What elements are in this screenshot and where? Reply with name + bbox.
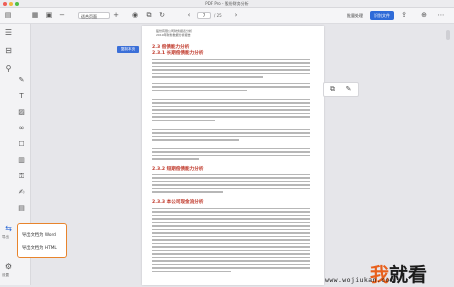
zoom-select[interactable]: 适合页面 [78, 12, 110, 19]
more-icon[interactable]: ⋯ [437, 11, 445, 19]
search-icon[interactable]: ⚲ [4, 64, 13, 73]
document-page: 股份有限公司财务报表分析 2019年财务数据分析报告 2.3 偿债能力分析 2.… [142, 26, 324, 285]
page-number-input[interactable]: 7 [197, 12, 211, 19]
bookmark-icon[interactable]: ⊟ [4, 46, 13, 55]
next-page-icon[interactable]: › [232, 11, 240, 19]
title-bar: PDF Pro - 股份财务分析 [0, 0, 454, 8]
paragraph [152, 208, 310, 274]
thumbnails-icon[interactable]: ☰ [4, 28, 13, 37]
account-icon[interactable]: ⊕ [420, 11, 428, 19]
paragraph [152, 83, 310, 93]
paragraph [152, 99, 310, 123]
copy-pages-icon[interactable]: ⧉ [145, 11, 153, 19]
protect-icon[interactable]: ⚿ [17, 172, 26, 181]
export-word-item[interactable]: 导出文档为 Word [22, 232, 56, 238]
share-icon[interactable]: ⇪ [400, 11, 408, 19]
floating-toolbar: ⧉ ✎ [323, 82, 359, 97]
export-menu: 导出文档为 Word 导出文档为 HTML [17, 223, 67, 258]
zoom-in-icon[interactable]: + [112, 11, 120, 19]
form-icon[interactable]: ☐ [17, 140, 26, 149]
scrollbar[interactable] [446, 30, 450, 40]
ocr-button[interactable]: 识别文件 [370, 11, 394, 20]
watermark-url: www.wojiukan.com [325, 276, 395, 284]
copy-icon[interactable]: ⧉ [328, 85, 337, 94]
paragraph [152, 174, 310, 195]
comment-icon[interactable]: ✎ [17, 76, 26, 85]
rotate-icon[interactable]: ↻ [158, 11, 166, 19]
settings-label: 设置 [2, 273, 9, 277]
section-heading: 2.3.2 短期偿债能力分析 [152, 167, 204, 172]
page-view-icon[interactable]: ▣ [45, 11, 53, 19]
edit-icon[interactable]: ✎ [344, 85, 353, 94]
batch-icon[interactable]: ▤ [17, 204, 26, 213]
export-icon[interactable]: ⇆ [4, 224, 13, 233]
section-heading: 2.3.3 本公司现金流分析 [152, 200, 204, 205]
edit-text-icon[interactable]: T [17, 92, 26, 101]
page-total: / 25 [214, 13, 222, 18]
zoom-out-icon[interactable]: − [58, 11, 66, 19]
sign-icon[interactable]: ✍ [17, 188, 26, 197]
grid-view-icon[interactable]: ▦ [31, 11, 39, 19]
link-icon[interactable]: ∞ [17, 124, 26, 133]
export-label: 导出 [2, 235, 9, 239]
sidebar-toggle-icon[interactable]: ▤ [4, 11, 12, 19]
image-icon[interactable]: ▨ [17, 108, 26, 117]
organize-icon[interactable]: ▥ [17, 156, 26, 165]
main-toolbar: ▤ ▦ ▣ − 适合页面 + ◉ ⧉ ↻ ‹ 7 / 25 › 批量处理 识别文… [0, 8, 454, 24]
settings-icon[interactable]: ⚙ [4, 262, 13, 271]
doc-header-line2: 2019年财务数据分析报告 [156, 33, 191, 37]
eye-icon[interactable]: ◉ [131, 11, 139, 19]
prev-page-icon[interactable]: ‹ [185, 11, 193, 19]
batch-process-button[interactable]: 批量处理 [343, 11, 367, 20]
section-subheading: 2.3.1 长期偿债能力分析 [152, 51, 204, 56]
export-html-item[interactable]: 导出文档为 HTML [22, 245, 57, 251]
paragraph [152, 148, 310, 162]
paragraph [152, 129, 310, 143]
copy-page-tag[interactable]: 复制本页 [117, 46, 139, 53]
paragraph [152, 59, 310, 80]
window-title: PDF Pro - 股份财务分析 [205, 1, 249, 6]
